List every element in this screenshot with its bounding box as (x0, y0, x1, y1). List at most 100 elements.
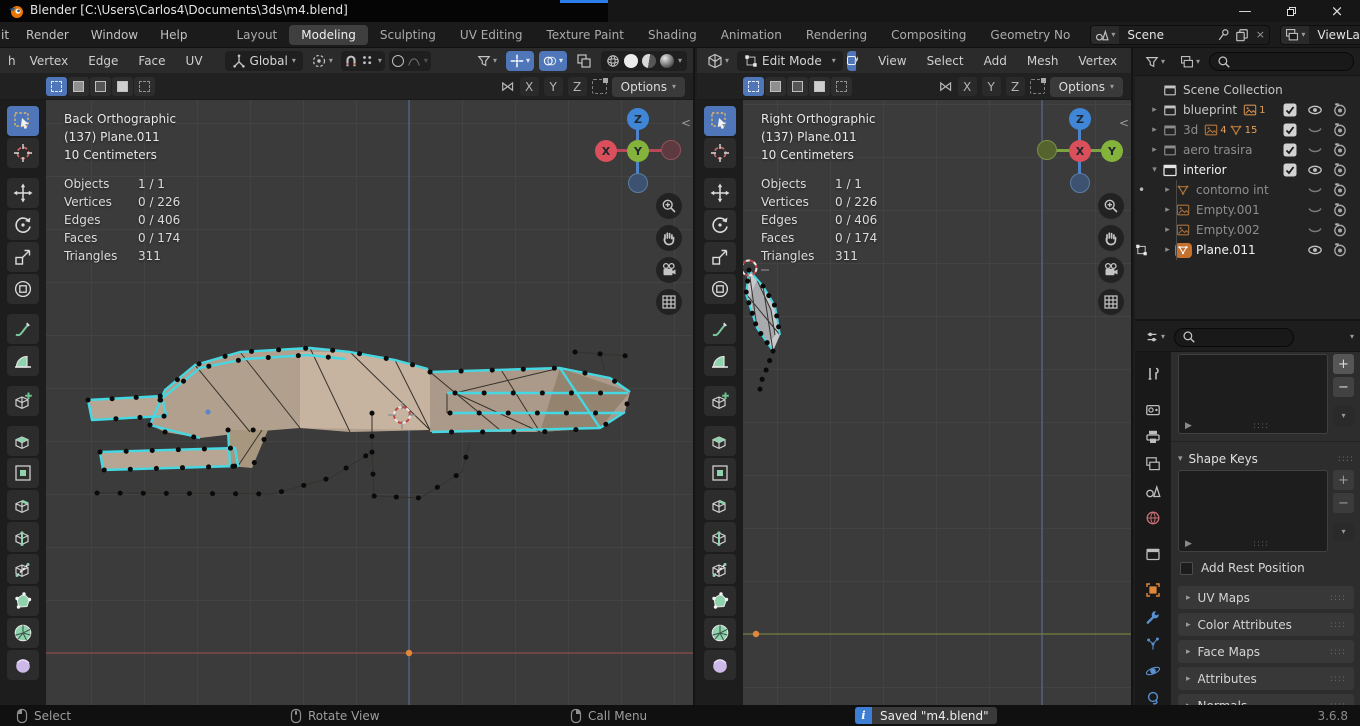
tool-add-cube[interactable] (704, 386, 736, 416)
toggle-ortho-button[interactable] (1098, 289, 1124, 315)
tab-rendering[interactable]: Rendering (794, 25, 879, 45)
panel-grip[interactable]: :::: (1330, 593, 1346, 603)
transform-orientation-dropdown[interactable]: Global ▾ (225, 51, 303, 71)
panel-normals[interactable]: ▸Normals:::: (1178, 694, 1354, 705)
mode-dropdown[interactable]: Edit Mode ▾ (737, 51, 843, 71)
tool-inset-faces[interactable] (7, 458, 39, 488)
select-subtract-button[interactable] (787, 77, 808, 96)
tool-cursor[interactable] (704, 138, 736, 168)
editor-type-dropdown[interactable]: ▾ (703, 51, 733, 71)
saved-report[interactable]: i Saved "m4.blend" (855, 707, 997, 724)
hide-eye-toggle[interactable] (1302, 122, 1327, 138)
hide-eye-toggle[interactable] (1302, 222, 1327, 238)
menu-edge[interactable]: Edge (80, 54, 126, 68)
specials-dropdown[interactable]: ▾ (1333, 406, 1354, 426)
select-invert-button[interactable] (809, 77, 830, 96)
select-extend-button[interactable] (765, 77, 786, 96)
visibility-filter-dropdown[interactable]: ▾ (473, 51, 501, 71)
select-intersect-button[interactable] (831, 77, 852, 96)
camera-view-button[interactable] (1098, 257, 1124, 283)
select-set-button[interactable] (46, 77, 67, 96)
tool-rotate[interactable] (704, 210, 736, 240)
menu-help[interactable]: Help (149, 28, 198, 42)
tool-scale[interactable] (7, 242, 39, 272)
panel-attributes[interactable]: ▸Attributes:::: (1178, 667, 1354, 690)
xray-toggle[interactable] (572, 51, 596, 71)
exclude-checkbox[interactable] (1277, 142, 1302, 158)
tool-transform[interactable] (704, 274, 736, 304)
gizmo-y[interactable]: Y (1101, 140, 1123, 162)
navigation-gizmo[interactable]: Z X Y (1035, 106, 1125, 196)
tab-compositing[interactable]: Compositing (879, 25, 978, 45)
menu-mesh-clipped[interactable]: h (6, 54, 18, 68)
restore-button[interactable] (1268, 0, 1314, 22)
menu-view[interactable]: View (870, 54, 914, 68)
tab-modifiers[interactable] (1138, 603, 1168, 630)
disable-render-toggle[interactable] (1327, 102, 1352, 118)
mirror-x-toggle[interactable]: X (520, 77, 539, 96)
gizmo-neg-y[interactable] (1037, 140, 1057, 160)
tool-loop-cut[interactable] (7, 522, 39, 552)
tab-world[interactable] (1138, 504, 1168, 531)
menu-render[interactable]: Render (15, 28, 80, 42)
menu-mesh[interactable]: Mesh (1019, 54, 1067, 68)
gizmo-neg-z[interactable] (628, 173, 648, 193)
tool-move[interactable] (704, 178, 736, 208)
outliner-filter-dropdown[interactable]: ▾ (1141, 52, 1169, 72)
resize-grip[interactable]: :::: (1253, 421, 1269, 431)
specials-arrow[interactable]: ▶ (1185, 539, 1192, 549)
minimize-button[interactable]: — (1222, 0, 1268, 22)
row-blueprint[interactable]: ▸ blueprint 1 (1135, 100, 1360, 120)
tool-loop-cut[interactable] (704, 522, 736, 552)
vertex-groups-listbox[interactable]: ▶ :::: (1178, 354, 1328, 434)
options-dropdown[interactable]: Options▾ (612, 77, 685, 97)
disable-render-toggle[interactable] (1327, 182, 1352, 198)
menu-edit-clipped[interactable]: it (0, 28, 15, 42)
camera-view-button[interactable] (656, 257, 682, 283)
tab-constraints[interactable] (1138, 684, 1168, 705)
tab-modeling[interactable]: Modeling (289, 25, 368, 45)
mesh-faces[interactable] (88, 348, 630, 470)
tab-output[interactable] (1138, 423, 1168, 450)
add-rest-position-checkbox[interactable] (1180, 562, 1193, 575)
zoom-button[interactable] (656, 193, 682, 219)
row-plane-011[interactable]: ▸ Plane.011 (1135, 240, 1360, 260)
tool-move[interactable] (7, 178, 39, 208)
scene-unlink-button[interactable]: × (1251, 28, 1269, 41)
tool-rotate[interactable] (7, 210, 39, 240)
falloff-curve-icon[interactable] (407, 54, 421, 68)
specials-dropdown[interactable]: ▾ (1333, 522, 1354, 542)
gizmo-z[interactable]: Z (627, 108, 649, 130)
tab-particles[interactable] (1138, 630, 1168, 657)
outliner-display-mode-dropdown[interactable]: ▾ (1174, 52, 1204, 72)
hide-eye-toggle[interactable] (1302, 182, 1327, 198)
shape-keys-listbox[interactable]: ▶ :::: (1178, 470, 1328, 552)
exclude-checkbox[interactable] (1277, 122, 1302, 138)
shape-keys-panel-header[interactable]: ▾ Shape Keys :::: (1178, 448, 1354, 470)
add-item-button[interactable]: + (1333, 354, 1354, 374)
mirror-y-toggle[interactable]: Y (544, 77, 563, 96)
tab-sculpting[interactable]: Sculpting (368, 25, 448, 45)
tab-uv-editing[interactable]: UV Editing (448, 25, 535, 45)
correct-face-attributes-icon[interactable] (592, 79, 607, 94)
panel-grip[interactable]: :::: (1330, 674, 1346, 684)
tool-select-box[interactable] (704, 106, 736, 136)
tab-geometry-nodes-clipped[interactable]: Geometry No (978, 25, 1082, 45)
tab-physics[interactable] (1138, 657, 1168, 684)
select-intersect-button[interactable] (134, 77, 155, 96)
panel-grip[interactable]: :::: (1338, 454, 1354, 464)
gizmo-y[interactable]: Y (627, 140, 649, 162)
tool-add-cube[interactable] (7, 386, 39, 416)
scene-pin-icon[interactable] (1215, 28, 1233, 42)
tool-bevel[interactable] (7, 490, 39, 520)
tab-scene[interactable] (1138, 477, 1168, 504)
tab-texture-paint[interactable]: Texture Paint (535, 25, 636, 45)
tab-collection[interactable] (1138, 540, 1168, 567)
shading-solid-icon[interactable] (624, 54, 638, 68)
magnet-icon[interactable] (344, 54, 358, 68)
row-aero-trasira[interactable]: ▸ aero trasira (1135, 140, 1360, 160)
show-overlays-toggle[interactable]: ▾ (539, 51, 567, 71)
disable-render-toggle[interactable] (1327, 142, 1352, 158)
disable-render-toggle[interactable] (1327, 222, 1352, 238)
exclude-checkbox[interactable] (1277, 162, 1302, 178)
